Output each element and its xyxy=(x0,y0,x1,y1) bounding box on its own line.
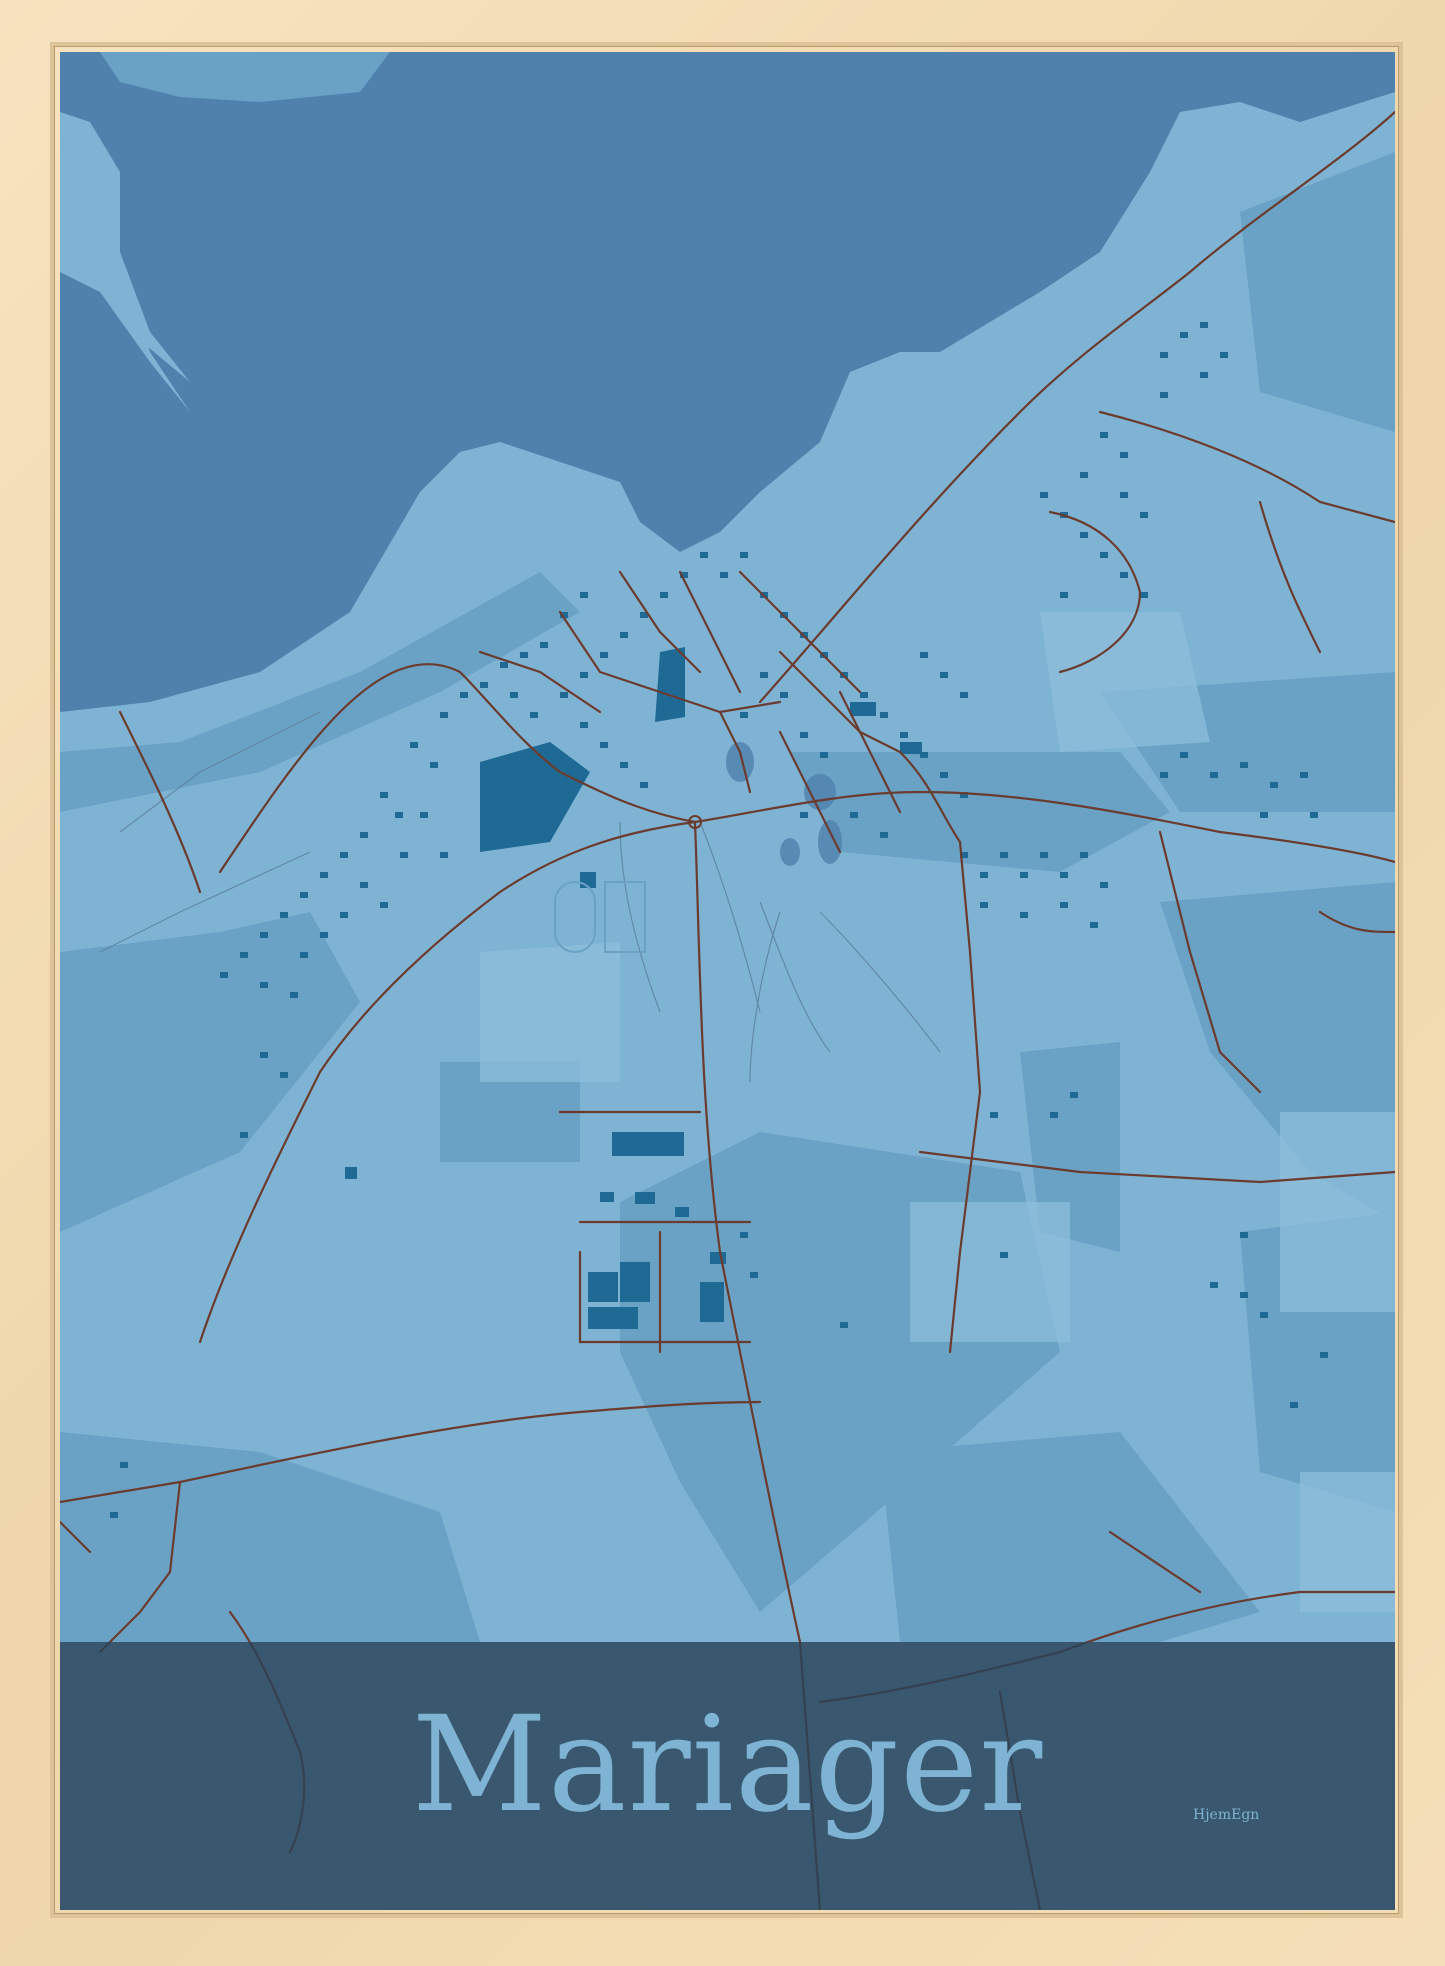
map-poster: Mariager HjemEgn xyxy=(60,52,1395,1910)
brand-signature: HjemEgn xyxy=(1193,1807,1260,1823)
street-map xyxy=(60,52,1395,1910)
